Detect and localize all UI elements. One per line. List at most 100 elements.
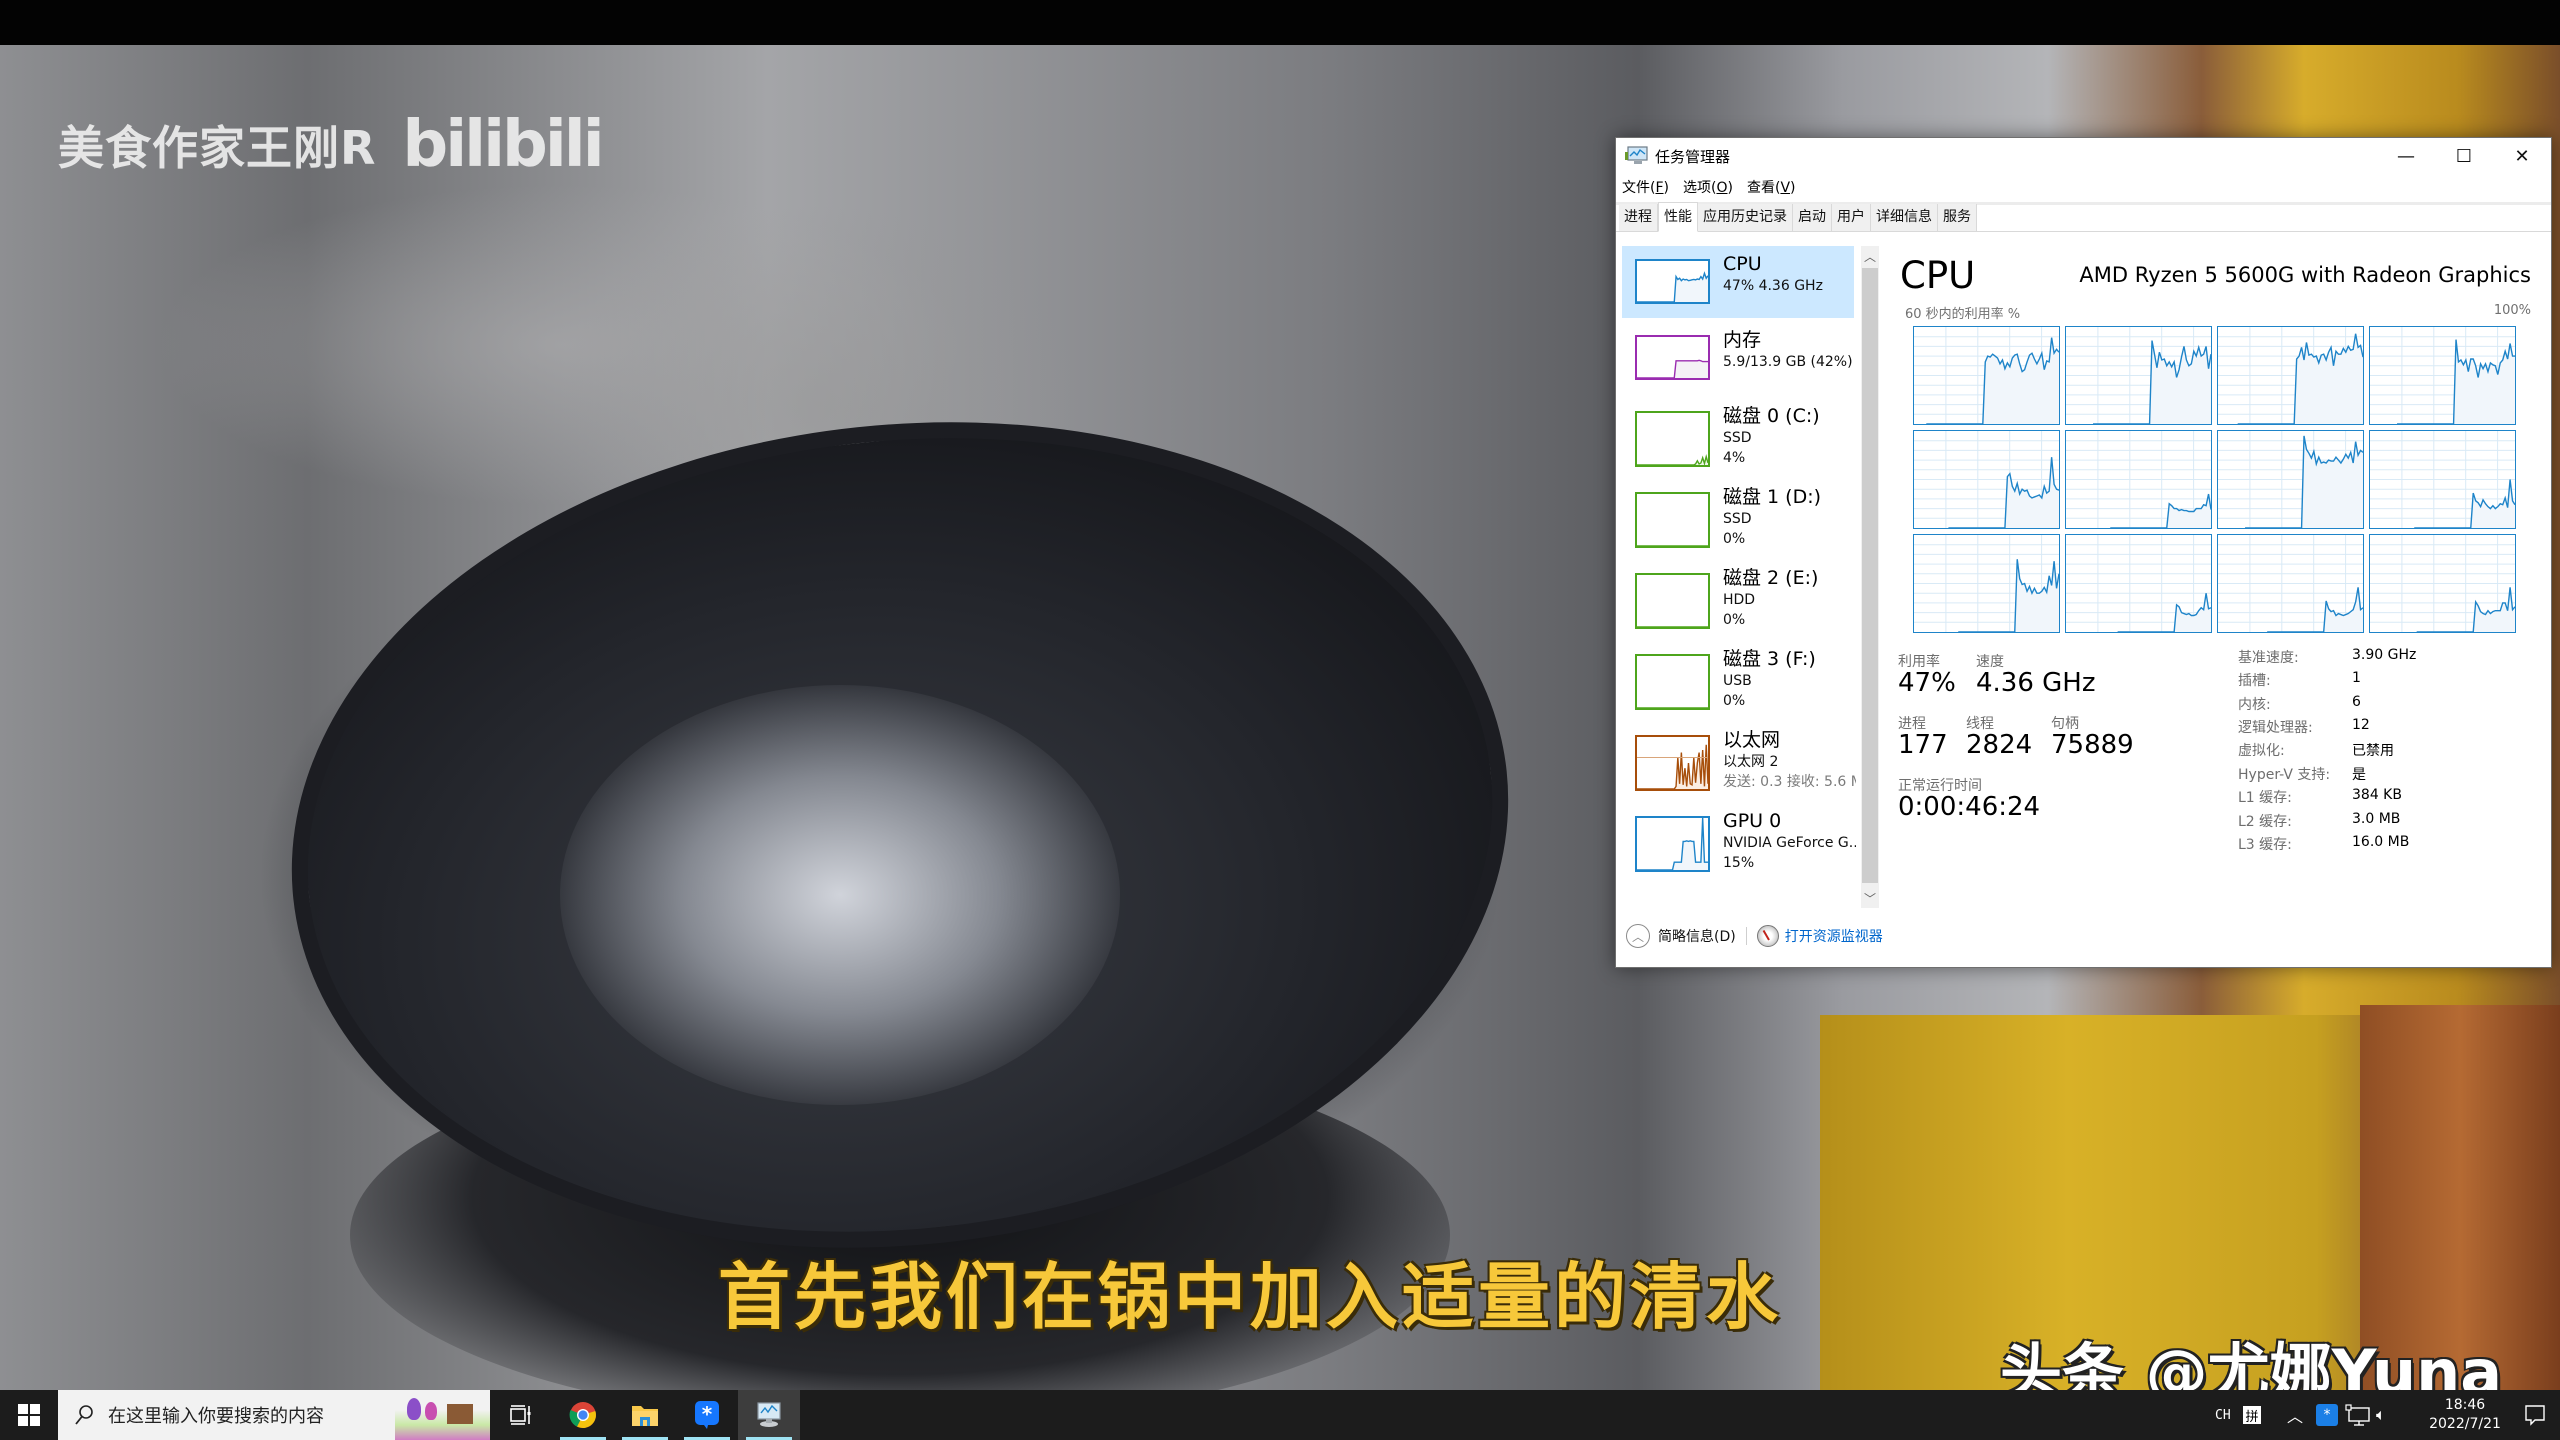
spec-label: 内核: [2238,696,2271,713]
steam [560,685,1120,1105]
sidebar-scrollbar[interactable]: ︿ ﹀ [1861,246,1879,908]
close-button[interactable]: ✕ [2493,138,2551,174]
sidebar-item[interactable]: GPU 0 NVIDIA GeForce G... 15% [1622,803,1856,883]
cpu-model: AMD Ryzen 5 5600G with Radeon Graphics [2079,263,2531,287]
sidebar-item-title: 磁盘 3 (F:) [1723,648,1816,670]
menu-item[interactable]: 查看(V) [1747,177,1796,197]
windows-logo-icon [18,1404,40,1426]
sidebar-item[interactable]: 磁盘 0 (C:) SSD 4% [1622,398,1854,478]
menu-accelerator: (F) [1650,180,1669,196]
sidebar-thumbnail-graph [1635,654,1710,710]
sparkline [1637,818,1708,870]
tab-1[interactable]: 性能 [1658,202,1698,232]
scroll-up-arrow[interactable]: ︿ [1861,246,1879,266]
spec-value: 6 [2352,693,2361,710]
notification-icon [2525,1405,2545,1426]
menu-item[interactable]: 选项(O) [1683,177,1733,197]
tab-2[interactable]: 应用历史记录 [1698,204,1793,231]
maximize-button[interactable]: ☐ [2435,138,2493,174]
cpu-usage-area [2237,333,2363,424]
spec-label: 基准速度: [2238,650,2299,666]
taskbar-app-chrome[interactable] [552,1390,614,1440]
tab-3[interactable]: 启动 [1793,204,1832,231]
cpu-detail-panel: CPU AMD Ryzen 5 5600G with Radeon Graphi… [1896,238,2546,908]
menu-accelerator: (V) [1774,180,1796,196]
tab-4[interactable]: 用户 [1832,204,1871,231]
minimize-button[interactable]: — [2377,138,2435,174]
sidebar-thumbnail-graph [1635,573,1710,629]
spec-value: 是 [2352,766,2366,783]
sidebar-item-title: CPU [1723,253,1762,275]
scroll-down-arrow[interactable]: ﹀ [1861,888,1879,908]
search-placeholder: 在这里输入你要搜索的内容 [108,1406,324,1427]
ime-mode[interactable]: 拼 [2243,1406,2261,1425]
sidebar-thumbnail-graph [1635,411,1710,467]
letterbox-top [0,0,2560,45]
fewer-details-link[interactable]: 简略信息(D) [1658,926,1736,946]
sidebar-thumbnail-graph [1635,735,1710,791]
sidebar-item[interactable]: 内存 5.9/13.9 GB (42%) [1622,322,1854,394]
sidebar-item-title: 磁盘 1 (D:) [1723,486,1822,508]
taskbar-search-box[interactable]: 在这里输入你要搜索的内容 [58,1390,490,1440]
sidebar-item-value: 4% [1723,450,1746,466]
taskbar-app-task-manager[interactable] [738,1390,800,1440]
sidebar-item[interactable]: 以太网 以太网 2 发送: 0.3 接收: 5.6 M [1622,722,1856,802]
start-button[interactable] [0,1390,58,1440]
chevron-up-icon[interactable]: ︿ [1626,924,1650,948]
sidebar-thumbnail-graph [1635,816,1710,872]
sidebar-item-value: 0% [1723,531,1746,547]
show-hidden-icons-chevron-icon[interactable]: ︿ [2287,1390,2303,1440]
spec-value: 384 KB [2352,787,2402,804]
sidebar-thumbnail-graph [1635,492,1710,548]
menu-bar: 文件(F) 选项(O) 查看(V) [1616,174,2551,200]
search-highlight-illustration[interactable] [395,1390,490,1440]
spec-label: 插槽: [2238,673,2271,690]
sidebar-item-title: 内存 [1723,329,1762,351]
task-manager-icon [1625,146,1649,166]
input-language[interactable]: CH [2215,1390,2231,1440]
logical-processor-graph [2065,534,2212,633]
menu-item[interactable]: 文件(F) [1622,177,1669,197]
sidebar-item[interactable]: 磁盘 2 (E:) HDD 0% [1622,560,1854,640]
sidebar-item-subtitle: 5.9/13.9 GB (42%) [1723,354,1853,370]
action-center-button[interactable] [2510,1390,2560,1440]
logical-processor-graph [1913,534,2060,633]
video-watermark: 美食作家王刚R bilibili [58,108,605,182]
chrome-icon [569,1402,596,1429]
logical-processor-graph [2217,326,2364,425]
sidebar-item[interactable]: 磁盘 3 (F:) USB 0% [1622,641,1854,721]
dingtalk-tray-icon[interactable]: * [2316,1404,2338,1426]
tab-5[interactable]: 详细信息 [1871,204,1938,231]
network-icon[interactable] [2345,1390,2371,1440]
utilization-value: 47% [1898,668,1956,698]
open-resource-monitor-link[interactable]: 打开资源监视器 [1785,926,1883,946]
sidebar-item-subtitle: NVIDIA GeForce G... [1723,835,1856,851]
cpu-core-graphs[interactable] [1913,326,2533,636]
task-view-button[interactable] [490,1390,552,1440]
tab-0[interactable]: 进程 [1619,204,1658,231]
sidebar-item[interactable]: 磁盘 1 (D:) SSD 0% [1622,479,1854,559]
tab-6[interactable]: 服务 [1938,204,1977,231]
spec-value: 16.0 MB [2352,833,2410,850]
window-title: 任务管理器 [1655,147,1731,166]
sidebar-thumbnail-graph [1635,259,1710,304]
logical-processor-graph [1913,430,2060,529]
menu-item-label: 文件 [1622,180,1650,196]
sparkline-area [1637,360,1708,378]
taskbar-app-file-explorer[interactable] [614,1390,676,1440]
scrollbar-thumb[interactable] [1862,268,1878,883]
graph-caption: 60 秒内的利用率 % [1905,307,2021,322]
title-bar[interactable]: 任务管理器 — ☐ ✕ [1616,138,2551,174]
video-subtitle: 首先我们在锅中加入适量的清水 [718,1255,1783,1339]
sidebar-item[interactable]: CPU 47% 4.36 GHz [1622,246,1854,318]
threads-value: 2824 [1966,730,2033,760]
footer: ︿ 简略信息(D) 打开资源监视器 [1616,918,2551,954]
logical-processor-graph [1913,326,2060,425]
logical-processor-graph [2217,430,2364,529]
volume-icon[interactable]: 🔈︎ [2376,1390,2386,1440]
sidebar-item-value: 0% [1723,693,1746,709]
taskbar-app-dingtalk[interactable]: * [676,1390,738,1440]
processes-value: 177 [1898,730,1948,760]
resource-monitor-icon[interactable] [1756,925,1779,947]
system-clock[interactable]: 18:46 2022/7/21 [2405,1390,2525,1440]
